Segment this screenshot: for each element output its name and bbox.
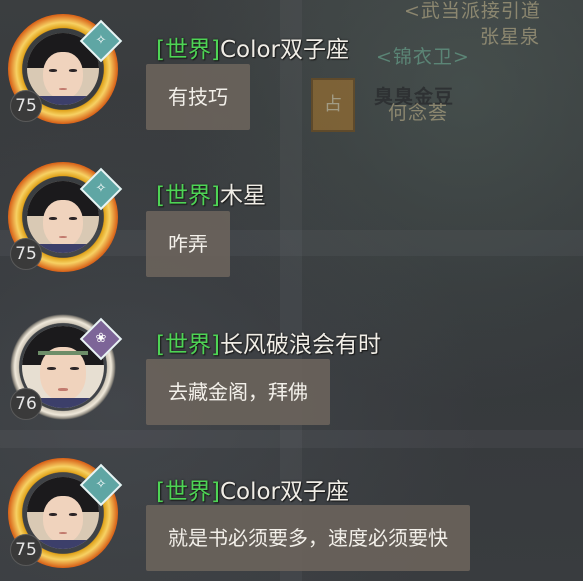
sender-line[interactable]: [世界]Color双子座 [156, 30, 349, 64]
message-text: 有技巧 [168, 85, 228, 109]
sender-line[interactable]: [世界]Color双子座 [156, 472, 349, 506]
sender-name: 木星 [219, 183, 266, 209]
player-avatar[interactable]: ✧ 75 [8, 14, 123, 124]
player-avatar[interactable]: ❀ 76 [8, 312, 123, 422]
map-player-label: 何念荟 [388, 102, 449, 124]
level-badge: 75 [10, 534, 42, 566]
channel-tag: [世界] [156, 37, 220, 63]
channel-tag: [世界] [156, 183, 220, 209]
map-road [0, 430, 583, 448]
player-avatar[interactable]: ✧ 75 [8, 458, 123, 568]
level-badge: 75 [10, 90, 42, 122]
message-text: 咋弄 [168, 232, 208, 256]
sender-line[interactable]: [世界]木星 [156, 176, 266, 210]
map-badge-icon: 占 [311, 78, 355, 132]
map-player-label: 张星泉 [480, 26, 541, 48]
map-guild-label: <锦衣卫> [376, 46, 470, 68]
sender-name: 长风破浪会有时 [219, 332, 381, 358]
message-bubble[interactable]: 去藏金阁，拜佛 [146, 359, 330, 425]
channel-tag: [世界] [156, 479, 220, 505]
player-avatar[interactable]: ✧ 75 [8, 162, 123, 272]
message-bubble[interactable]: 有技巧 [146, 64, 250, 130]
message-bubble[interactable]: 咋弄 [146, 211, 230, 277]
map-npc-label: <武当派接引道 [404, 0, 541, 22]
level-badge: 76 [10, 388, 42, 420]
channel-tag: [世界] [156, 332, 220, 358]
message-text: 去藏金阁，拜佛 [168, 380, 308, 404]
sender-name: Color双子座 [219, 37, 350, 63]
level-badge: 75 [10, 238, 42, 270]
message-text: 就是书必须要多，速度必须要快 [168, 526, 448, 550]
message-bubble[interactable]: 就是书必须要多，速度必须要快 [146, 505, 470, 571]
sender-name: Color双子座 [219, 479, 350, 505]
sender-line[interactable]: [世界]长风破浪会有时 [156, 325, 381, 359]
